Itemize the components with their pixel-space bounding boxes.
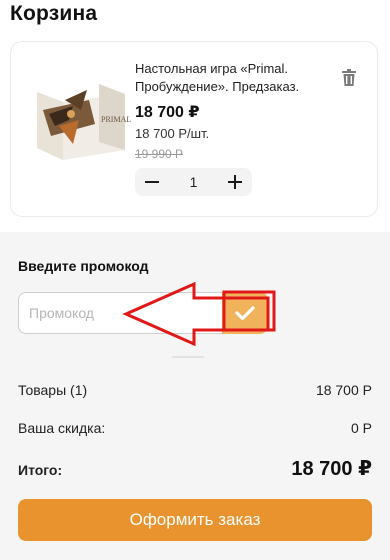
promo-code-input[interactable] [18,292,224,334]
divider [172,356,204,358]
price-per-unit: 18 700 Р/шт. [135,126,210,141]
product-image[interactable]: PRIMAL [29,70,133,162]
product-name[interactable]: Настольная игра «Primal. Пробуждение». П… [135,60,330,96]
cart-item-card: PRIMAL Настольная игра «Primal. Пробужде… [10,41,378,217]
price-total: 18 700 ₽ [135,104,200,121]
discount-value: 0 Р [350,420,372,436]
quantity-stepper: 1 [135,168,252,196]
checkout-button[interactable]: Оформить заказ [18,499,372,541]
promo-title: Введите промокод [18,258,149,274]
svg-text:PRIMAL: PRIMAL [101,115,131,124]
promo-apply-button[interactable] [222,292,268,334]
discount-label: Ваша скидка: [18,420,106,436]
increase-quantity-button[interactable] [220,168,250,196]
trash-icon[interactable] [341,69,357,87]
goods-label: Товары (1) [18,382,88,398]
total-value: 18 700 ₽ [291,458,372,480]
total-label: Итого: [18,462,63,478]
checkmark-icon [235,306,255,321]
order-summary: Введите промокод Товары (1) 18 700 Р Ваш… [0,232,390,560]
plus-icon [228,175,242,189]
goods-value: 18 700 Р [315,382,372,398]
page-title: Корзина [10,2,98,25]
price-old: 19 990 Р [135,147,184,161]
